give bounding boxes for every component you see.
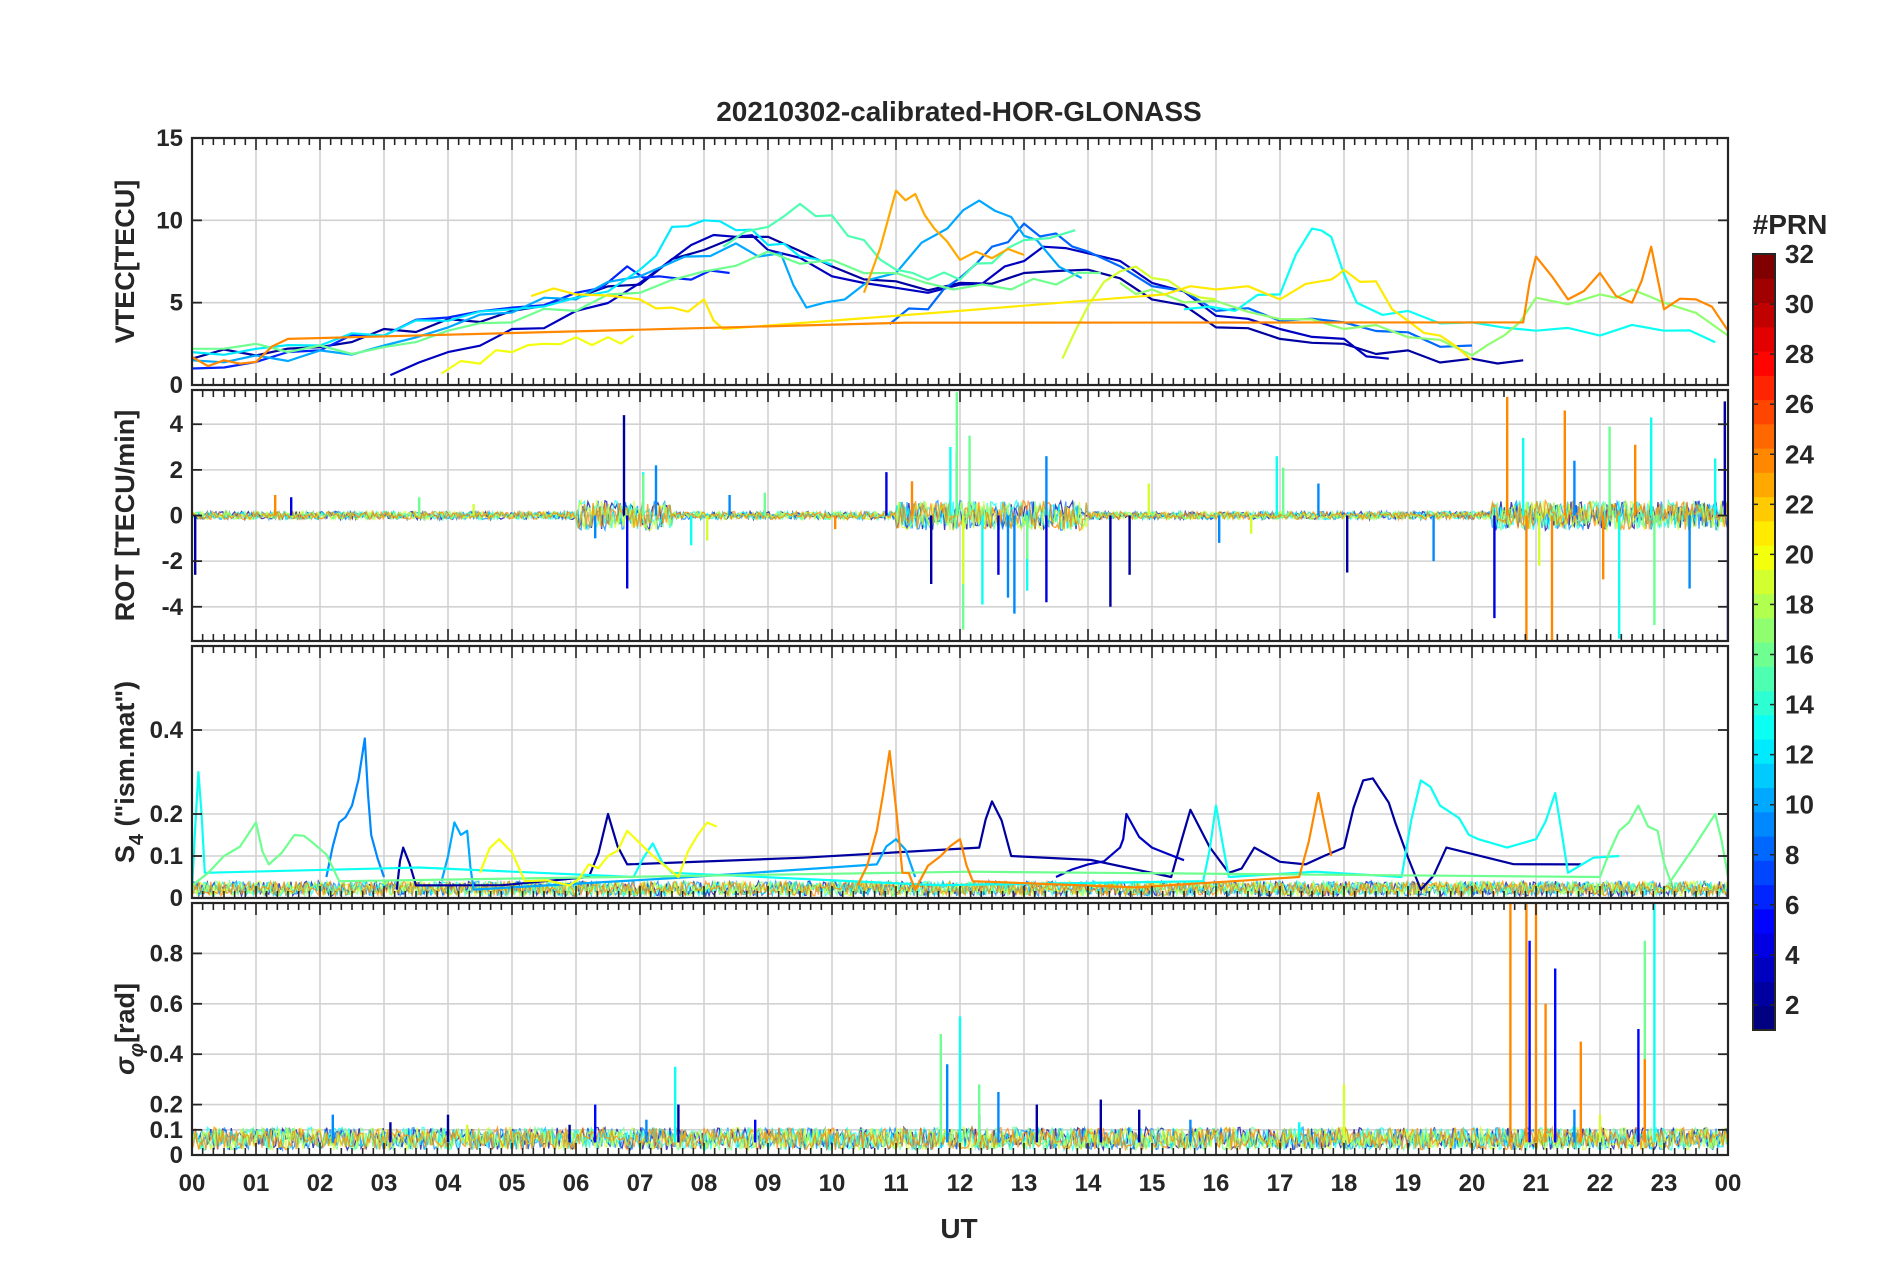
colorbar-tick-label: 28 <box>1785 339 1814 369</box>
x-tick-label: 08 <box>691 1170 718 1197</box>
y-tick-label: 0.4 <box>150 717 184 744</box>
y-tick-label: 0.8 <box>150 940 183 967</box>
y-tick-label: 4 <box>170 411 184 438</box>
y-tick-label: 0.6 <box>150 991 183 1018</box>
colorbar-tick-label: 32 <box>1785 239 1814 269</box>
panel-rot-ylabel: ROT [TECU/min] <box>110 410 140 621</box>
colorbar-tick-label: 10 <box>1785 790 1814 820</box>
x-tick-label: 18 <box>1331 1170 1358 1197</box>
colorbar-tick-label: 4 <box>1785 940 1800 970</box>
colorbar-tick-label: 14 <box>1785 690 1814 720</box>
colorbar-tick-label: 22 <box>1785 489 1814 519</box>
x-tick-label: 19 <box>1395 1170 1422 1197</box>
y-tick-label: 0 <box>170 372 183 399</box>
x-tick-label: 03 <box>371 1170 398 1197</box>
x-tick-label: 00 <box>1715 1170 1742 1197</box>
x-tick-label: 00 <box>179 1170 206 1197</box>
colorbar-tick-label: 30 <box>1785 289 1814 319</box>
colorbar-tick-label: 26 <box>1785 389 1814 419</box>
colorbar-title: #PRN <box>1753 209 1828 240</box>
x-tick-label: 20 <box>1459 1170 1486 1197</box>
y-tick-label: 10 <box>156 207 183 234</box>
y-tick-label: 0.2 <box>150 801 183 828</box>
y-tick-label: 0 <box>170 885 183 912</box>
colorbar-tick-label: 8 <box>1785 840 1799 870</box>
colorbar-tick-label: 24 <box>1785 439 1814 469</box>
y-tick-label: 0 <box>170 503 183 530</box>
x-tick-label: 06 <box>563 1170 590 1197</box>
x-axis-label: UT <box>940 1213 977 1244</box>
x-tick-label: 09 <box>755 1170 782 1197</box>
figure: 20210302-calibrated-HOR-GLONASS 051015VT… <box>0 0 1902 1272</box>
y-tick-label: -2 <box>162 548 183 575</box>
colorbar-tick-label: 18 <box>1785 589 1814 619</box>
x-tick-label: 23 <box>1651 1170 1678 1197</box>
y-tick-label: -4 <box>162 594 184 621</box>
y-tick-label: 2 <box>170 457 183 484</box>
x-tick-label: 10 <box>819 1170 846 1197</box>
x-tick-label: 04 <box>435 1170 462 1197</box>
x-tick-label: 21 <box>1523 1170 1550 1197</box>
x-tick-label: 17 <box>1267 1170 1294 1197</box>
x-tick-label: 13 <box>1011 1170 1038 1197</box>
panel-vtec-ylabel: VTEC[TECU] <box>110 180 140 344</box>
y-tick-label: 0.1 <box>150 843 183 870</box>
colorbar-tick-label: 20 <box>1785 539 1814 569</box>
x-tick-label: 01 <box>243 1170 270 1197</box>
x-tick-label: 22 <box>1587 1170 1614 1197</box>
x-tick-label: 15 <box>1139 1170 1166 1197</box>
y-tick-label: 5 <box>170 290 183 317</box>
y-tick-label: 0.2 <box>150 1092 183 1119</box>
y-tick-label: 15 <box>156 125 183 152</box>
x-tick-label: 02 <box>307 1170 334 1197</box>
colorbar-tick-label: 12 <box>1785 740 1814 770</box>
x-tick-label: 16 <box>1203 1170 1230 1197</box>
colorbar-tick-label: 6 <box>1785 890 1799 920</box>
x-tick-label: 05 <box>499 1170 526 1197</box>
chart-title: 20210302-calibrated-HOR-GLONASS <box>716 96 1202 127</box>
y-tick-label: 0 <box>170 1142 183 1169</box>
colorbar-tick-label: 2 <box>1785 990 1799 1020</box>
x-tick-label: 11 <box>883 1170 908 1197</box>
y-tick-label: 0.1 <box>150 1117 183 1144</box>
x-tick-label: 07 <box>627 1170 654 1197</box>
y-tick-label: 0.4 <box>150 1041 184 1068</box>
colorbar-tick-label: 16 <box>1785 640 1814 670</box>
x-tick-label: 12 <box>947 1170 974 1197</box>
x-tick-label: 14 <box>1075 1170 1102 1197</box>
